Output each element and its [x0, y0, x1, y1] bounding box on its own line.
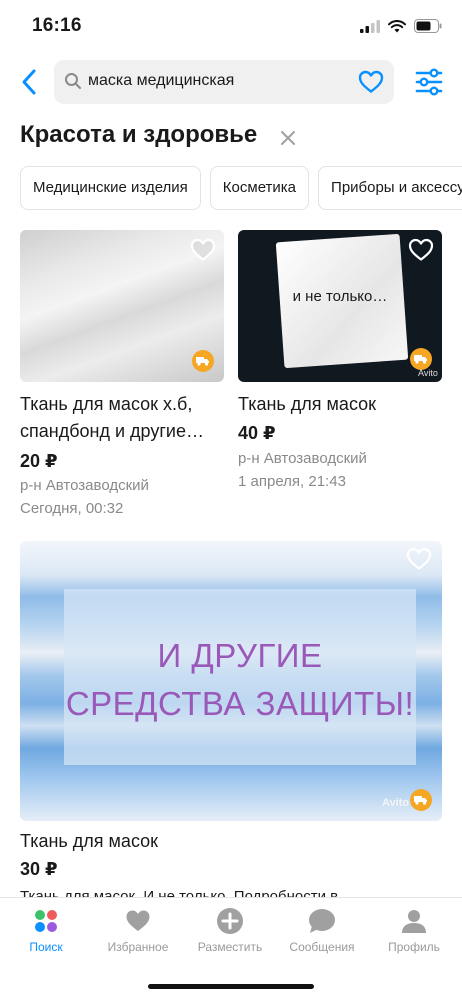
favorite-heart-icon[interactable] [406, 547, 432, 571]
tab-label: Профиль [388, 940, 440, 954]
tab-post-ad[interactable]: Разместить [184, 906, 276, 954]
image-text-line1: И ДРУГИЕ [157, 637, 323, 674]
tab-search[interactable]: Поиск [0, 906, 92, 954]
subcategory-chips: Медицинские изделия Косметика Приборы и … [20, 166, 462, 210]
search-input[interactable]: маска медицинская [54, 60, 394, 104]
listing-title[interactable]: Ткань для масок [238, 391, 442, 418]
listing-location: р-н Автозаводский [20, 477, 149, 494]
clear-category-button[interactable] [278, 128, 298, 148]
chip-cosmetics[interactable]: Косметика [209, 166, 310, 210]
truck-icon [414, 355, 427, 364]
tab-favorites[interactable]: Избранное [92, 906, 184, 954]
image-text-line2: СРЕДСТВА ЗАЩИТЫ! [65, 685, 415, 722]
image-caption: и не только… [292, 288, 388, 305]
status-bar: 16:16 [0, 0, 462, 54]
category-title: Красота и здоровье [20, 121, 258, 148]
status-icons [360, 19, 442, 33]
listing-title[interactable]: Ткань для масок х.б, спандбонд и другие… [20, 391, 224, 445]
tab-profile[interactable]: Профиль [368, 906, 460, 954]
tab-label: Разместить [197, 940, 263, 954]
listing-price: 40 ₽ [238, 423, 276, 443]
filter-button[interactable] [414, 68, 444, 96]
chevron-left-icon [22, 69, 36, 95]
listing-location: р-н Автозаводский [238, 450, 367, 467]
person-icon [399, 906, 429, 936]
chip-medical-products[interactable]: Медицинские изделия [20, 166, 201, 210]
favorite-heart-icon[interactable] [408, 238, 434, 262]
delivery-badge [410, 789, 432, 811]
search-tab-icon [31, 906, 61, 936]
listing-card[interactable]: Ткань для масок х.б, спандбонд и другие…… [20, 230, 224, 520]
status-time: 16:16 [32, 15, 82, 36]
chip-devices-accessories[interactable]: Приборы и аксессуары [318, 166, 462, 210]
listing-price: 20 ₽ [20, 451, 58, 471]
save-search-heart-icon[interactable] [358, 70, 384, 94]
sliders-icon [415, 68, 443, 96]
plus-circle-icon [215, 906, 245, 936]
search-icon [65, 73, 81, 89]
avito-watermark: Avito [382, 797, 410, 809]
listing-card[interactable]: И ДРУГИЕ СРЕДСТВА ЗАЩИТЫ! Avito Ткань дл… [20, 541, 442, 905]
listing-date: Сегодня, 00:32 [20, 500, 124, 517]
signal-icon [360, 19, 380, 33]
listing-card[interactable]: и не только… Avito Ткань для масок 40 ₽ … [238, 230, 442, 492]
listing-price: 30 ₽ [20, 859, 58, 879]
heart-icon [123, 906, 153, 936]
delivery-badge [192, 350, 214, 372]
close-icon [281, 131, 295, 145]
battery-icon [414, 19, 442, 33]
wifi-icon [388, 19, 406, 32]
tab-label: Сообщения [289, 940, 355, 954]
home-indicator [148, 984, 314, 989]
image-banner: И ДРУГИЕ СРЕДСТВА ЗАЩИТЫ! [64, 589, 416, 765]
delivery-badge [410, 348, 432, 370]
search-row: маска медицинская [0, 58, 462, 106]
favorite-heart-icon[interactable] [190, 238, 216, 262]
tab-messages[interactable]: Сообщения [276, 906, 368, 954]
tab-label: Избранное [107, 940, 169, 954]
listing-image[interactable]: И ДРУГИЕ СРЕДСТВА ЗАЩИТЫ! [20, 541, 442, 821]
listing-title[interactable]: Ткань для масок [20, 828, 442, 855]
tab-label: Поиск [29, 940, 63, 954]
truck-icon [196, 357, 209, 366]
listing-date: 1 апреля, 21:43 [238, 473, 346, 490]
chat-bubble-icon [307, 906, 337, 936]
back-button[interactable] [14, 66, 44, 98]
search-query-text: маска медицинская [88, 72, 235, 89]
truck-icon [414, 796, 427, 805]
avito-watermark: Avito [418, 368, 438, 378]
